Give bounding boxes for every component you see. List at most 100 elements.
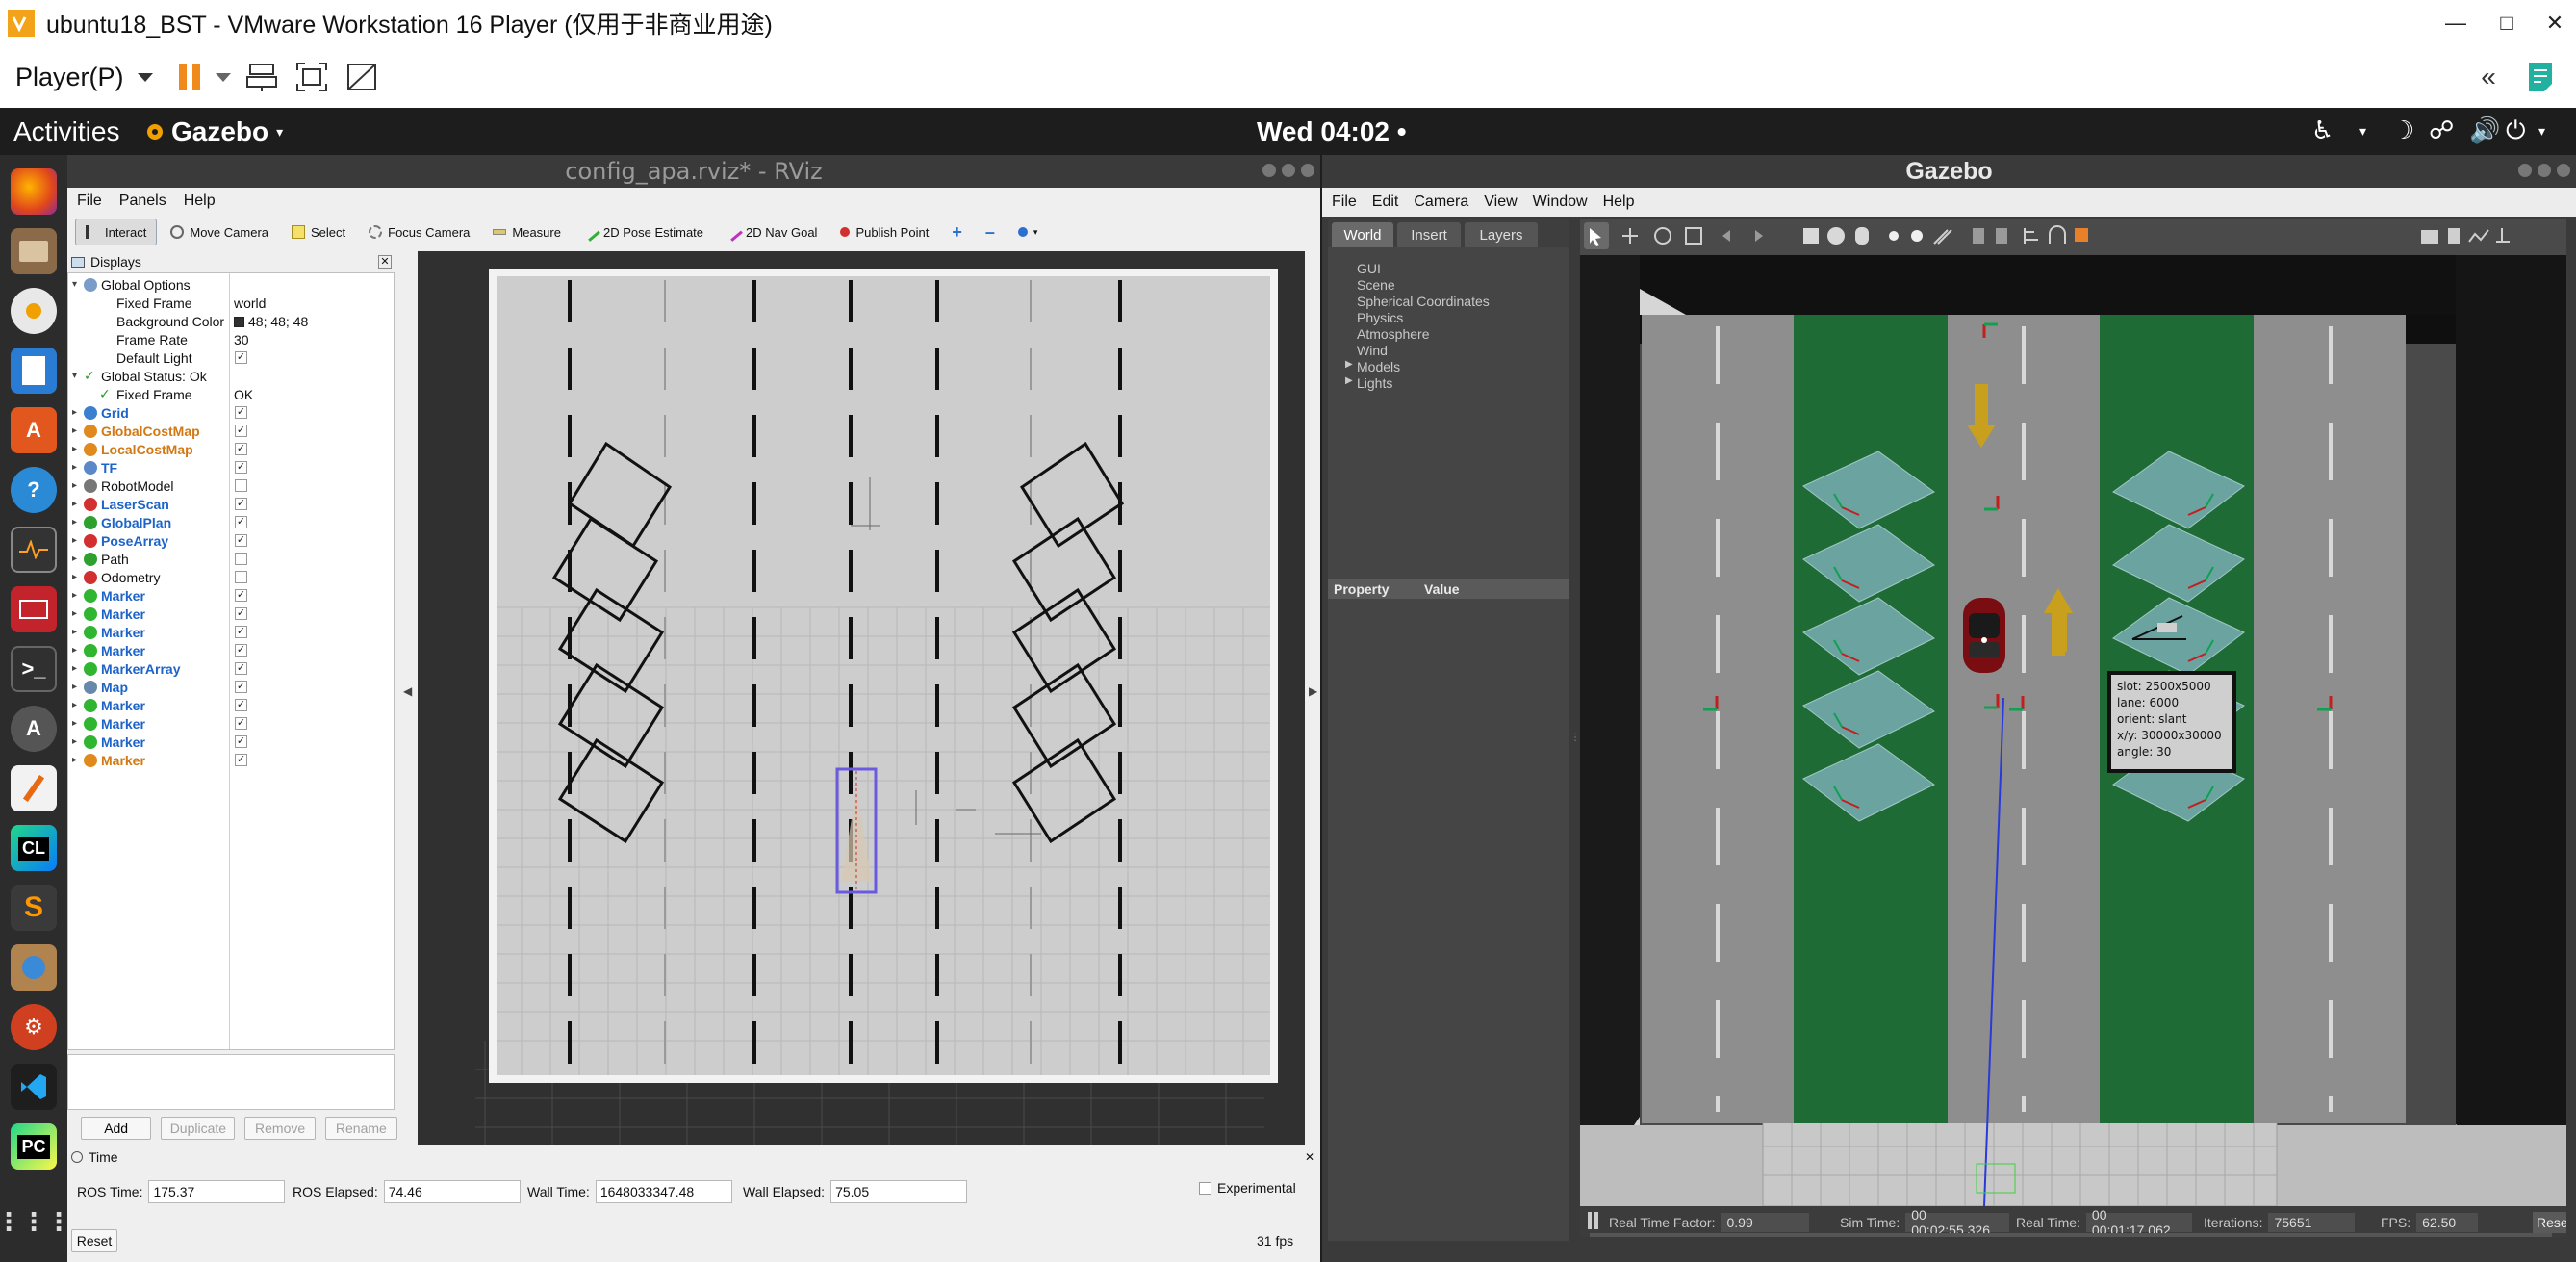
menu-panels[interactable]: Panels — [119, 193, 166, 210]
gazebo-scene-render[interactable] — [1580, 255, 2566, 1206]
tool-measure[interactable]: Measure — [483, 219, 571, 245]
display-value[interactable]: 30 — [234, 332, 249, 348]
player-menu[interactable]: Player(P) — [15, 63, 153, 92]
collapsed-icon[interactable]: ▸ — [72, 572, 82, 582]
firefox-icon[interactable] — [11, 168, 57, 215]
collapsed-icon[interactable]: ▸ — [72, 608, 82, 619]
fullscreen-icon[interactable] — [293, 58, 331, 96]
display-enabled-checkbox[interactable]: ✓ — [235, 662, 247, 675]
menu-help[interactable]: Help — [184, 193, 216, 210]
writer-icon[interactable] — [11, 348, 57, 394]
display-enabled-checkbox[interactable]: ✓ — [235, 607, 247, 620]
display-enabled-checkbox[interactable]: ✓ — [235, 534, 247, 547]
gazebo-3d-scene[interactable]: slot: 2500x5000 lane: 6000 orient: slant… — [1580, 255, 2566, 1206]
directional-light-icon[interactable] — [1932, 219, 1955, 255]
display-item[interactable]: ▸ Marker ✓ — [68, 696, 395, 714]
redo-icon[interactable] — [1749, 219, 1773, 255]
display-value[interactable]: 48; 48; 48 — [234, 314, 308, 329]
collapse-left-icon[interactable]: ◀ — [403, 684, 412, 698]
display-item[interactable]: ▸ RobotModel — [68, 476, 395, 495]
collapsed-icon[interactable]: ▸ — [72, 407, 82, 418]
reset-button[interactable]: Reset — [2533, 1212, 2566, 1233]
collapsed-icon[interactable]: ▸ — [72, 425, 82, 436]
display-item[interactable]: ▸ Marker ✓ — [68, 714, 395, 733]
collapsed-icon[interactable]: ▸ — [72, 645, 82, 656]
world-item-atmosphere[interactable]: Atmosphere — [1357, 326, 1429, 342]
network-icon[interactable]: ☍ — [2429, 116, 2454, 145]
display-enabled-checkbox[interactable]: ✓ — [235, 626, 247, 638]
display-item[interactable]: ▸ LocalCostMap ✓ — [68, 440, 395, 458]
plot-icon[interactable] — [2465, 219, 2492, 255]
world-item-wind[interactable]: Wind — [1357, 343, 1388, 358]
rhythmbox-icon[interactable] — [11, 288, 57, 334]
spot-light-icon[interactable] — [1907, 219, 1928, 255]
collapsed-icon[interactable]: ▸ — [72, 590, 82, 601]
close-icon[interactable]: ✕ — [2525, 0, 2576, 46]
collapsed-icon[interactable]: ▸ — [72, 444, 82, 454]
world-item-scene[interactable]: Scene — [1357, 277, 1395, 293]
collapsed-icon[interactable]: ▸ — [72, 627, 82, 637]
display-item[interactable]: ▸ Marker ✓ — [68, 733, 395, 751]
terminal-icon[interactable]: >_ — [11, 646, 57, 692]
menu-file[interactable]: File — [77, 193, 102, 210]
updater-icon[interactable]: A — [11, 706, 57, 752]
cylinder-shape-icon[interactable] — [1851, 219, 1873, 255]
reset-button[interactable]: Reset — [71, 1229, 117, 1252]
close-panel-icon[interactable]: ✕ — [1305, 1150, 1314, 1164]
display-item[interactable]: ▸ Marker ✓ — [68, 605, 395, 623]
displays-tree[interactable]: ▾ Global Options Fixed Frame world Backgroun… — [67, 272, 395, 1050]
copy-icon[interactable] — [1969, 219, 1988, 255]
software-icon[interactable]: A — [11, 407, 57, 453]
translate-mode-icon[interactable] — [1615, 219, 1638, 255]
collapsed-icon[interactable]: ▸ — [72, 480, 82, 491]
tool-publish-point[interactable]: Publish Point — [830, 219, 938, 245]
tool-focus-camera[interactable]: Focus Camera — [359, 219, 479, 245]
display-enabled-checkbox[interactable]: ✓ — [235, 717, 247, 730]
tab-insert[interactable]: Insert — [1397, 222, 1461, 247]
display-item[interactable]: ✓ Fixed Frame OK — [68, 385, 395, 403]
paste-icon[interactable] — [1992, 219, 2011, 255]
settings-icon[interactable]: ⚙ — [11, 1004, 57, 1050]
point-light-icon[interactable] — [1884, 219, 1905, 255]
display-enabled-checkbox[interactable]: ✓ — [235, 498, 247, 510]
display-item[interactable]: ▸ Path — [68, 550, 395, 568]
splitter-handle[interactable]: ⋮ — [1570, 733, 1580, 756]
tab-world[interactable]: World — [1332, 222, 1393, 247]
display-enabled-checkbox[interactable]: ✓ — [235, 644, 247, 657]
display-item[interactable]: ▸ MarkerArray ✓ — [68, 659, 395, 678]
world-item-models[interactable]: ▶ Models — [1345, 359, 1400, 374]
collapsed-icon[interactable]: ▸ — [72, 535, 82, 546]
sublime-icon[interactable]: S — [11, 885, 57, 931]
display-item[interactable]: ▸ PoseArray ✓ — [68, 531, 395, 550]
snap-icon[interactable] — [2046, 219, 2067, 255]
display-enabled-checkbox[interactable]: ✓ — [235, 461, 247, 474]
collapsed-icon[interactable]: ▸ — [72, 663, 82, 674]
display-value[interactable]: OK — [234, 387, 253, 402]
tool-move-camera[interactable]: Move Camera — [161, 219, 278, 245]
pause-icon[interactable] — [1588, 1212, 1601, 1229]
display-enabled-checkbox[interactable]: ✓ — [235, 406, 247, 419]
help-icon[interactable]: ? — [11, 467, 57, 513]
display-enabled-checkbox[interactable]: ✓ — [235, 754, 247, 766]
activities-button[interactable]: Activities — [13, 116, 119, 147]
add-tool-button[interactable]: + — [942, 219, 972, 245]
world-tree[interactable]: GUI Scene Spherical Coordinates Physics … — [1328, 247, 1569, 579]
collapsed-icon[interactable]: ▸ — [72, 736, 82, 747]
tool-2d-nav-goal[interactable]: 2D Nav Goal — [717, 219, 827, 245]
display-enabled-checkbox[interactable]: ✓ — [235, 681, 247, 693]
collapsed-icon[interactable]: ▸ — [72, 700, 82, 710]
tool-2d-pose-estimate[interactable]: 2D Pose Estimate — [574, 219, 713, 245]
night-light-icon[interactable]: ☽ — [2392, 116, 2414, 145]
display-value[interactable]: world — [234, 296, 266, 311]
display-item[interactable]: ▾ ✓ Global Status: Ok — [68, 367, 395, 385]
rviz-3d-view[interactable] — [418, 251, 1305, 1145]
display-enabled-checkbox[interactable]: ✓ — [235, 443, 247, 455]
chevron-down-icon[interactable]: ▾ — [2359, 123, 2366, 140]
sphere-shape-icon[interactable] — [1826, 219, 1849, 255]
display-item[interactable]: ▸ Map ✓ — [68, 678, 395, 696]
tool-interact[interactable]: Interact — [75, 219, 158, 245]
archive-icon[interactable] — [11, 944, 57, 991]
collapsed-icon[interactable]: ▸ — [72, 462, 82, 473]
display-item[interactable]: ▸ TF ✓ — [68, 458, 395, 476]
display-enabled-checkbox[interactable]: ✓ — [235, 735, 247, 748]
